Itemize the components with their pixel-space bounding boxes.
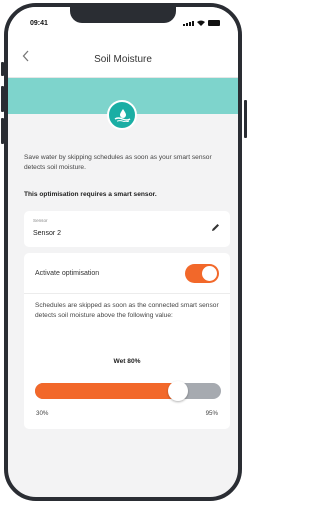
slider-thumb[interactable] xyxy=(168,381,189,401)
sensor-field-value: Sensor 2 xyxy=(33,230,62,237)
toggle-knob xyxy=(202,266,217,281)
sensor-selector[interactable]: Sensor Sensor 2 xyxy=(24,211,230,247)
activate-optimisation-toggle[interactable] xyxy=(185,264,219,283)
status-icons xyxy=(183,20,220,26)
status-time: 09:41 xyxy=(30,20,48,27)
power-button xyxy=(244,100,247,138)
slider-min-label: 30% xyxy=(36,410,49,417)
page-title: Soil Moisture xyxy=(94,54,152,65)
pencil-icon[interactable] xyxy=(211,223,220,232)
navigation-bar: Soil Moisture xyxy=(8,41,238,78)
signal-icon xyxy=(183,21,194,26)
status-bar: 09:41 xyxy=(8,7,238,41)
battery-icon xyxy=(208,20,220,26)
slider-fill xyxy=(35,383,179,399)
divider xyxy=(24,293,230,294)
slider-max-label: 95% xyxy=(205,410,218,417)
wifi-icon xyxy=(197,20,205,26)
moisture-threshold-value: Wet 80% xyxy=(113,358,141,365)
soil-moisture-icon xyxy=(107,100,137,130)
moisture-threshold-slider[interactable] xyxy=(35,381,221,401)
slider-track xyxy=(35,383,221,399)
requirement-note: This optimisation requires a smart senso… xyxy=(24,191,157,198)
activate-optimisation-label: Activate optimisation xyxy=(35,270,100,277)
sensor-field-label: Sensor xyxy=(33,218,48,223)
feature-description: Save water by skipping schedules as soon… xyxy=(24,154,212,171)
notch xyxy=(70,7,176,23)
optimisation-card: Activate optimisation Schedules are skip… xyxy=(24,253,230,429)
optimisation-explanation: Schedules are skipped as soon as the con… xyxy=(35,302,219,319)
phone-frame: 09:41 Soil Moisture Save water by skippi… xyxy=(4,3,242,501)
